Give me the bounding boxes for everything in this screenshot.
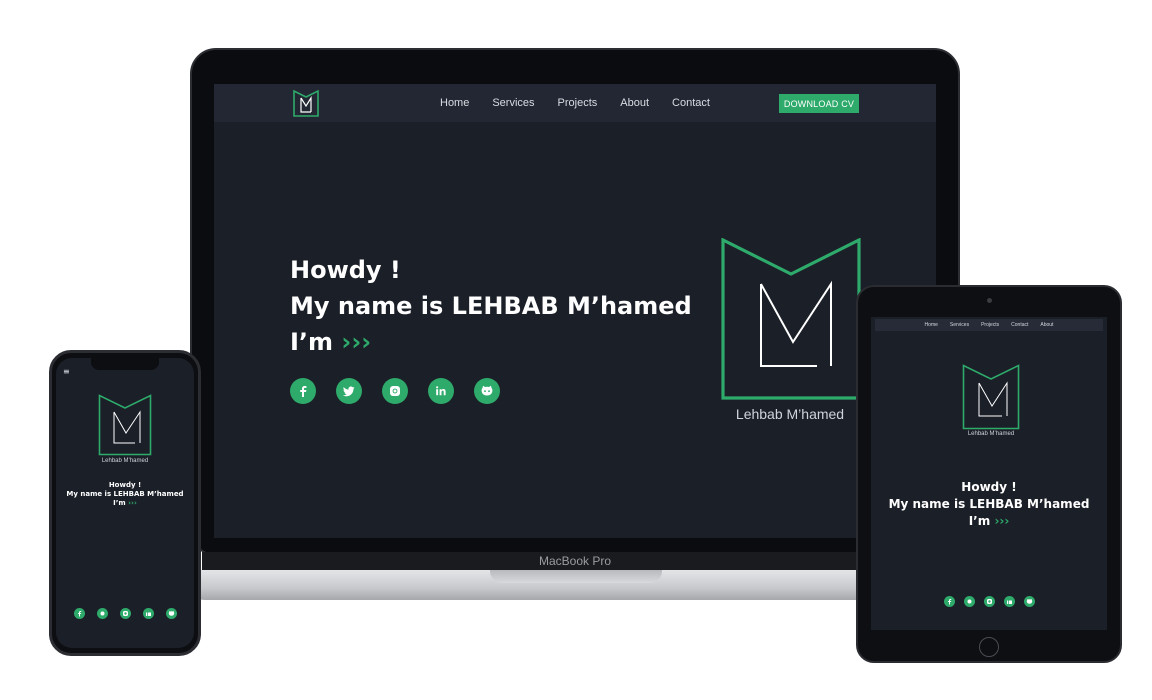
tablet-screen: Home Services Projects Contact About Leh… [871, 317, 1107, 630]
twitter-icon[interactable] [963, 596, 975, 607]
phone-hero-greeting: Howdy ! [108, 481, 142, 489]
github-icon[interactable] [474, 378, 500, 404]
phone-hero-role-arrows: ››› [128, 499, 137, 507]
nav-services[interactable]: Services [492, 97, 534, 109]
phone-hero-role-prefix: I’m [113, 499, 129, 507]
laptop-nav-links: Home Services Projects About Contact [440, 84, 710, 122]
laptop-navbar: Home Services Projects About Contact DOW… [214, 84, 936, 122]
phone-logo-caption: Lehbab M’hamed [101, 458, 149, 464]
tablet-logo-icon [962, 364, 1020, 430]
nav-home[interactable]: Home [440, 97, 469, 109]
github-icon[interactable] [165, 608, 177, 619]
tablet-nav-projects[interactable]: Projects [981, 322, 999, 328]
facebook-icon[interactable] [73, 608, 85, 619]
tablet-hero-role-arrows: ››› [994, 514, 1010, 528]
instagram-icon[interactable] [382, 378, 408, 404]
laptop-hero-text: Howdy ! My name is LEHBAB M’hamed I’m ››… [290, 252, 692, 360]
github-icon[interactable] [1023, 596, 1035, 607]
phone-screen: ≡ Lehbab M’hamed Howdy ! My name is LEHB… [56, 358, 194, 648]
tablet-nav-contact[interactable]: Contact [1011, 322, 1028, 328]
facebook-icon[interactable] [943, 596, 955, 607]
hero-name: My name is LEHBAB M’hamed [290, 292, 692, 320]
laptop-social-links [290, 378, 500, 404]
phone-logo-icon [98, 394, 152, 456]
tablet-nav-services[interactable]: Services [950, 322, 969, 328]
hero-greeting: Howdy ! [290, 256, 401, 284]
tablet-logo-caption: Lehbab M’hamed [967, 431, 1015, 437]
hamburger-menu-icon[interactable]: ≡ [63, 367, 70, 376]
facebook-icon[interactable] [290, 378, 316, 404]
download-cv-button[interactable]: DOWNLOAD CV [779, 94, 859, 113]
nav-about[interactable]: About [620, 97, 649, 109]
linkedin-icon[interactable] [142, 608, 154, 619]
laptop-logo-caption: Lehbab M’hamed [735, 406, 845, 422]
phone-social-links [56, 608, 194, 619]
logo-icon[interactable] [292, 88, 320, 118]
phone-hero-role: I’m ››› [56, 499, 194, 508]
laptop-screen: Home Services Projects About Contact DOW… [214, 84, 936, 538]
linkedin-icon[interactable] [1003, 596, 1015, 607]
laptop-big-logo-icon [721, 238, 861, 400]
hero-role: I’m ››› [290, 324, 692, 360]
tablet-hero-greeting: Howdy ! [961, 480, 1017, 494]
instagram-icon[interactable] [119, 608, 131, 619]
phone-hero-name: My name is LEHBAB M’hamed [66, 490, 184, 498]
tablet-navbar: Home Services Projects Contact About [875, 319, 1103, 331]
macbook-label: MacBook Pro [538, 554, 612, 568]
twitter-icon[interactable] [96, 608, 108, 619]
hero-role-prefix: I’m [290, 328, 342, 356]
tablet-nav-home[interactable]: Home [925, 322, 938, 328]
twitter-icon[interactable] [336, 378, 362, 404]
tablet-social-links [871, 596, 1107, 607]
nav-projects[interactable]: Projects [558, 97, 598, 109]
tablet-hero-role: I’m ››› [871, 513, 1107, 530]
phone-hero-text: Howdy ! My name is LEHBAB M’hamed I’m ››… [56, 481, 194, 508]
instagram-icon[interactable] [983, 596, 995, 607]
macbook-chin: MacBook Pro [202, 552, 948, 570]
nav-contact[interactable]: Contact [672, 97, 710, 109]
hero-role-arrows: ››› [341, 328, 372, 356]
macbook-notch [490, 570, 662, 583]
linkedin-icon[interactable] [428, 378, 454, 404]
phone-notch [91, 358, 159, 370]
tablet-nav-about[interactable]: About [1040, 322, 1053, 328]
tablet-home-button[interactable] [979, 637, 999, 657]
tablet-hero-role-prefix: I’m [968, 514, 995, 528]
tablet-hero-text: Howdy ! My name is LEHBAB M’hamed I’m ››… [871, 479, 1107, 530]
tablet-hero-name: My name is LEHBAB M’hamed [888, 497, 1090, 511]
tablet-camera [987, 298, 992, 303]
